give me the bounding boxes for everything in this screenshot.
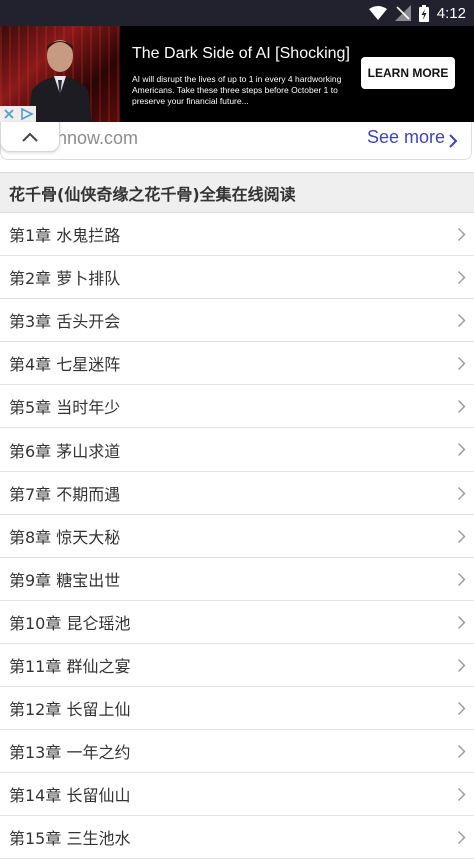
chapter-label: 第13章 一年之约 [9,743,131,763]
chevron-right-icon [458,400,466,414]
chapter-label: 第12章 长留上仙 [9,700,131,720]
chapter-item[interactable]: 第9章 糖宝出世 [0,558,474,601]
chapter-label: 第14章 长留仙山 [9,786,131,806]
chapter-item[interactable]: 第7章 不期而遇 [0,472,474,515]
close-ad-icon[interactable] [0,106,18,122]
adchoices-icon[interactable] [18,106,36,122]
chapter-item[interactable]: 第1章 水鬼拦路 [0,213,474,257]
chevron-right-icon [458,745,466,759]
chapter-item[interactable]: 第6章 茅山求道 [0,428,474,472]
battery-charging-icon [418,4,429,22]
chapter-label: 第1章 水鬼拦路 [9,226,121,246]
wifi-icon [368,6,387,20]
chevron-right-icon [458,572,466,586]
chapter-label: 第6章 茅山求道 [9,441,121,461]
chevron-right-icon [458,788,466,802]
chapter-item[interactable]: 第3章 舌头开会 [0,299,474,343]
chevron-right-icon [458,831,466,845]
see-more-link[interactable]: See more [367,127,445,148]
chapter-label: 第2章 萝卜排队 [9,269,121,289]
chapter-label: 第5章 当时年少 [9,398,121,418]
chapter-item[interactable]: 第15章 三生池水 [0,816,474,859]
collapse-ad-button[interactable] [0,122,60,152]
chevron-right-icon [458,615,466,629]
chapter-item[interactable]: 第2章 萝卜排队 [0,256,474,300]
chevron-up-icon [22,132,38,142]
chapter-label: 第7章 不期而遇 [9,484,121,504]
status-icons: 4:12 [368,0,474,26]
ad-title[interactable]: The Dark Side of AI [Shocking] [132,45,350,63]
chapter-label: 第15章 三生池水 [9,829,131,849]
chapter-item[interactable]: 第14章 长留仙山 [0,773,474,817]
url-text: nnow.com [57,128,139,148]
ad-body[interactable]: AI will disrupt the lives of up to 1 in … [132,74,350,107]
chapter-item[interactable]: 第13章 一年之约 [0,730,474,774]
chapter-item[interactable]: 第12章 长留上仙 [0,687,474,731]
url-card[interactable]: nnow.com See more [0,122,472,160]
chapter-list: 第1章 水鬼拦路 第2章 萝卜排队 第3章 舌头开会 第4章 七星迷阵 第5章 当时年少… [0,213,474,859]
chevron-right-icon [458,357,466,371]
chapter-label: 第4章 七星迷阵 [9,355,121,375]
chevron-right-icon [458,228,466,241]
chevron-right-icon[interactable] [447,133,459,149]
chevron-right-icon [458,702,466,716]
chapter-item[interactable]: 第10章 昆仑瑶池 [0,601,474,644]
ad-banner[interactable]: The Dark Side of AI [Shocking] AI will d… [0,26,474,122]
chapter-item[interactable]: 第4章 七星迷阵 [0,342,474,386]
ad-choices[interactable] [0,106,36,122]
chevron-right-icon [458,314,466,328]
chapter-label: 第10章 昆仑瑶池 [9,613,131,633]
chapter-item[interactable]: 第8章 惊天大秘 [0,515,474,558]
chevron-right-icon [458,443,466,457]
chapter-item[interactable]: 第5章 当时年少 [0,385,474,429]
status-time: 4:12 [436,4,466,22]
status-bar: 4:12 [0,0,474,26]
chevron-right-icon [458,271,466,285]
ad-person-image [28,40,92,122]
ad-learn-more-button[interactable]: LEARN MORE [361,57,455,89]
chapter-label: 第3章 舌头开会 [9,312,121,332]
chevron-right-icon [458,529,466,543]
chapter-label: 第8章 惊天大秘 [9,527,121,547]
chevron-right-icon [458,658,466,672]
chapter-label: 第9章 糖宝出世 [9,570,121,590]
chapter-item[interactable]: 第11章 群仙之宴 [0,644,474,688]
chapter-label: 第11章 群仙之宴 [9,656,131,676]
chevron-right-icon [458,486,466,500]
no-signal-icon [394,5,411,21]
section-title: 花千骨(仙侠奇缘之花千骨)全集在线阅读 [0,172,474,213]
